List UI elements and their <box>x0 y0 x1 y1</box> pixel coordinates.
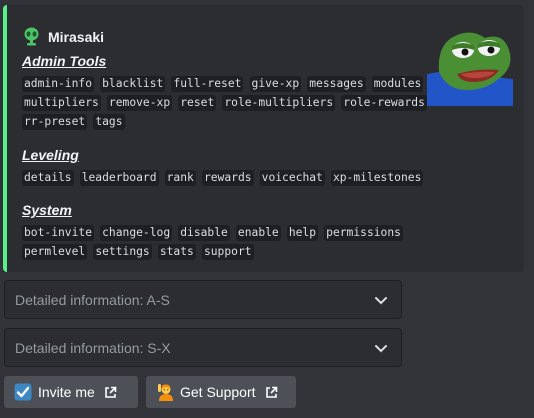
command-code: stats <box>157 244 196 260</box>
command-code: tags <box>93 114 125 130</box>
command-code: role-rewards <box>341 95 427 111</box>
command-code: permissions <box>324 225 403 241</box>
command-row: multipliers remove-xp reset role-multipl… <box>22 91 428 111</box>
command-code: details <box>22 170 74 186</box>
external-link-icon <box>265 386 277 398</box>
section-admin-tools: Admin Tools admin-info blacklist full-re… <box>22 52 428 130</box>
command-code: multipliers <box>22 95 101 111</box>
command-code: xp-milestones <box>330 170 424 186</box>
command-code: voicechat <box>259 170 325 186</box>
section-title: Leveling <box>22 147 79 163</box>
section-system: System bot-invite change-log disable ena… <box>22 201 404 260</box>
command-code: admin-info <box>22 76 95 92</box>
external-link-icon <box>105 386 117 398</box>
alien-avatar-icon <box>24 27 39 46</box>
command-code: support <box>201 244 254 260</box>
pepe-frog-thumbnail <box>427 32 513 106</box>
command-code: give-xp <box>249 76 302 92</box>
command-code: disable <box>178 225 230 241</box>
author-name[interactable]: Mirasaki <box>48 29 104 45</box>
embed-author: Mirasaki <box>23 27 104 46</box>
section-leveling: Leveling details leaderboard rank reward… <box>22 146 424 186</box>
command-row: details leaderboard rank rewards voicech… <box>22 166 424 186</box>
command-code: permlevel <box>22 244 88 260</box>
select-menu-a-s[interactable]: Detailed information: A-S <box>4 280 402 319</box>
command-code: messages <box>307 76 366 92</box>
section-title: System <box>22 202 72 218</box>
button-label: Invite me <box>38 384 95 400</box>
person-raising-hand-icon <box>158 384 173 401</box>
command-code: role-multipliers <box>222 95 336 111</box>
command-code: settings <box>93 244 152 260</box>
command-code: rr-preset <box>22 114 88 130</box>
command-code: blacklist <box>100 76 166 92</box>
embed-accent-bar <box>3 5 7 272</box>
command-code: rank <box>164 170 196 186</box>
command-code: reset <box>178 95 217 111</box>
command-row: admin-info blacklist full-reset give-xp … <box>22 72 428 92</box>
command-code: rewards <box>201 170 254 186</box>
command-code: change-log <box>100 225 173 241</box>
command-row: rr-preset tags <box>22 110 428 130</box>
command-row: permlevel settings stats support <box>22 240 404 260</box>
chevron-down-icon <box>375 296 387 304</box>
select-placeholder: Detailed information: S-X <box>15 339 171 356</box>
command-row: bot-invite change-log disable enable hel… <box>22 221 404 241</box>
select-placeholder: Detailed information: A-S <box>15 291 170 308</box>
command-code: bot-invite <box>22 225 95 241</box>
command-code: enable <box>235 225 281 241</box>
command-code: modules <box>371 76 424 92</box>
command-code: full-reset <box>171 76 244 92</box>
help-embed: Mirasaki Admin Tools admin-info blacklis… <box>3 5 524 272</box>
select-menu-s-x[interactable]: Detailed information: S-X <box>4 328 402 367</box>
command-code: leaderboard <box>79 170 159 186</box>
button-label: Get Support <box>180 384 256 400</box>
command-code: remove-xp <box>106 95 173 111</box>
check-box-icon <box>14 383 32 401</box>
invite-me-button[interactable]: Invite me <box>4 376 138 408</box>
command-code: help <box>286 225 319 241</box>
get-support-button[interactable]: Get Support <box>146 376 296 408</box>
section-title: Admin Tools <box>22 53 107 69</box>
chevron-down-icon <box>375 344 387 352</box>
